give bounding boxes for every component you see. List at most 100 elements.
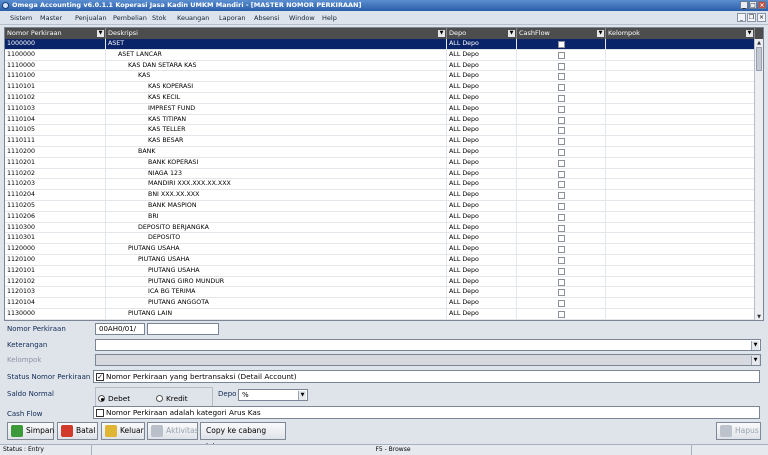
checkbox-icon[interactable] — [558, 41, 565, 48]
checkbox-icon[interactable] — [96, 409, 104, 417]
cell-deskripsi[interactable]: PIUTANG USAHA — [106, 265, 447, 277]
cell-deskripsi[interactable]: PIUTANG ANGGOTA — [106, 298, 447, 309]
checkbox-icon[interactable] — [558, 116, 565, 124]
cell-nomor[interactable]: 1110103 — [5, 103, 106, 115]
cell-depo[interactable]: ALL Depo — [447, 71, 517, 83]
table-row[interactable]: 1110300 DEPOSITO BERJANGKA ALL Depo — [5, 222, 755, 234]
cell-nomor[interactable]: 1110104 — [5, 114, 106, 126]
cell-depo[interactable]: ALL Depo — [447, 319, 517, 320]
checkbox-icon[interactable] — [558, 170, 565, 178]
table-row[interactable]: 1110202 NIAGA 123 ALL Depo — [5, 168, 755, 180]
cell-kelompok[interactable] — [606, 147, 755, 158]
cell-deskripsi[interactable]: KAS KOPERASI — [106, 82, 447, 93]
checkbox-icon[interactable] — [558, 213, 565, 221]
scroll-up-icon[interactable]: ▲ — [755, 39, 763, 47]
cell-deskripsi[interactable]: DEPOSITO — [106, 233, 447, 245]
table-row[interactable]: 1110203 MANDIRI XXX.XXX.XX.XXX ALL Depo — [5, 179, 755, 191]
cell-depo[interactable]: ALL Depo — [447, 49, 517, 61]
cell-kelompok[interactable] — [606, 39, 755, 50]
cell-depo[interactable]: ALL Depo — [447, 255, 517, 266]
cell-depo[interactable]: ALL Depo — [447, 60, 517, 72]
cell-kelompok[interactable] — [606, 157, 755, 169]
cell-cashflow[interactable] — [517, 93, 606, 104]
cell-deskripsi[interactable]: PIUTANG USAHA — [106, 244, 447, 255]
table-row[interactable]: 1000000 ASET ALL Depo — [5, 39, 755, 50]
cell-cashflow[interactable] — [517, 114, 606, 126]
cell-depo[interactable]: ALL Depo — [447, 201, 517, 212]
cell-kelompok[interactable] — [606, 298, 755, 309]
checkbox-icon[interactable] — [558, 246, 565, 254]
checkbox-icon[interactable] — [558, 84, 565, 92]
cell-nomor[interactable]: 1110100 — [5, 71, 106, 83]
exit-button[interactable]: Keluar — [101, 422, 145, 440]
table-row[interactable]: 1110101 KAS KOPERASI ALL Depo — [5, 82, 755, 93]
checkbox-icon[interactable] — [558, 138, 565, 146]
cell-kelompok[interactable] — [606, 114, 755, 126]
cell-nomor[interactable]: 1110206 — [5, 211, 106, 223]
cell-deskripsi[interactable]: KAS BESAR — [106, 136, 447, 147]
table-row[interactable]: 1110111 KAS BESAR ALL Depo — [5, 136, 755, 147]
cell-kelompok[interactable] — [606, 103, 755, 115]
cell-deskripsi[interactable]: BANK — [106, 147, 447, 158]
cell-deskripsi[interactable]: ASET LANCAR — [106, 49, 447, 61]
cell-cashflow[interactable] — [517, 222, 606, 234]
cell-cashflow[interactable] — [517, 287, 606, 299]
cell-deskripsi[interactable]: PIUTANG GIRO MUNDUR — [106, 276, 447, 288]
cell-nomor[interactable]: 1120103 — [5, 287, 106, 299]
cell-depo[interactable]: ALL Depo — [447, 222, 517, 234]
cell-nomor[interactable]: 1120000 — [5, 244, 106, 255]
table-row[interactable]: 1110100 KAS ALL Depo — [5, 71, 755, 83]
checkbox-icon[interactable] — [558, 278, 565, 286]
table-row[interactable]: 1110000 KAS DAN SETARA KAS ALL Depo — [5, 60, 755, 72]
table-row[interactable]: 1100000 ASET LANCAR ALL Depo — [5, 49, 755, 61]
cell-cashflow[interactable] — [517, 233, 606, 245]
cell-kelompok[interactable] — [606, 287, 755, 299]
table-row[interactable]: 1110103 IMPREST FUND ALL Depo — [5, 103, 755, 115]
cell-cashflow[interactable] — [517, 103, 606, 115]
dropdown-arrow-icon[interactable]: ▼ — [751, 341, 759, 350]
cell-deskripsi[interactable]: DEPOSITO BERJANGKA — [106, 222, 447, 234]
table-row[interactable]: 1120103 ICA BG TERIMA ALL Depo — [5, 287, 755, 299]
checkbox-icon[interactable] — [558, 105, 565, 113]
cell-deskripsi[interactable]: KAS TELLER — [106, 125, 447, 137]
menu-help[interactable]: Help — [322, 14, 337, 22]
scroll-thumb[interactable] — [756, 47, 762, 71]
cell-deskripsi[interactable]: BNI XXX.XX.XXX — [106, 190, 447, 201]
cell-nomor[interactable]: 1120104 — [5, 298, 106, 309]
cell-depo[interactable]: ALL Depo — [447, 125, 517, 137]
cell-nomor[interactable]: 1110000 — [5, 60, 106, 72]
checkbox-icon[interactable] — [558, 203, 565, 210]
copy-branch-button[interactable]: Copy ke cabang lain — [200, 422, 286, 451]
cell-cashflow[interactable] — [517, 39, 606, 50]
minimize-icon[interactable]: _ — [740, 1, 748, 9]
cell-cashflow[interactable] — [517, 49, 606, 61]
cell-cashflow[interactable] — [517, 179, 606, 191]
checkbox-icon[interactable] — [558, 311, 565, 318]
scroll-down-icon[interactable]: ▼ — [755, 313, 763, 320]
cell-kelompok[interactable] — [606, 233, 755, 245]
checkbox-icon[interactable] — [558, 257, 565, 264]
cell-nomor[interactable]: 1120101 — [5, 265, 106, 277]
cell-nomor[interactable]: 1130000 — [5, 309, 106, 320]
menu-sistem[interactable]: Sistem — [10, 14, 32, 22]
detail-account-checkbox[interactable]: ✓ Nomor Perkiraan yang bertransaksi (Deta… — [93, 370, 760, 383]
cell-deskripsi[interactable]: KAS DAN SETARA KAS — [106, 60, 447, 72]
save-button[interactable]: Simpan — [7, 422, 54, 440]
cell-nomor[interactable]: 1110200 — [5, 147, 106, 158]
cell-kelompok[interactable] — [606, 190, 755, 201]
cell-cashflow[interactable] — [517, 157, 606, 169]
checkbox-icon[interactable] — [558, 62, 565, 70]
cell-depo[interactable]: ALL Depo — [447, 265, 517, 277]
cell-depo[interactable]: ALL Depo — [447, 93, 517, 104]
cell-nomor[interactable]: 1110202 — [5, 168, 106, 180]
cell-deskripsi[interactable]: ASET — [106, 39, 447, 50]
cell-kelompok[interactable] — [606, 71, 755, 83]
dropdown-arrow-icon[interactable]: ▼ — [746, 30, 753, 37]
cell-cashflow[interactable] — [517, 60, 606, 72]
checkbox-icon[interactable] — [558, 95, 565, 102]
col-header-nomor[interactable]: Nomor Perkiraan ▼ — [5, 28, 106, 39]
cell-nomor[interactable]: 1110105 — [5, 125, 106, 137]
cell-deskripsi[interactable]: PIUTANG LAIN — [106, 309, 447, 320]
cell-depo[interactable]: ALL Depo — [447, 147, 517, 158]
cell-kelompok[interactable] — [606, 222, 755, 234]
